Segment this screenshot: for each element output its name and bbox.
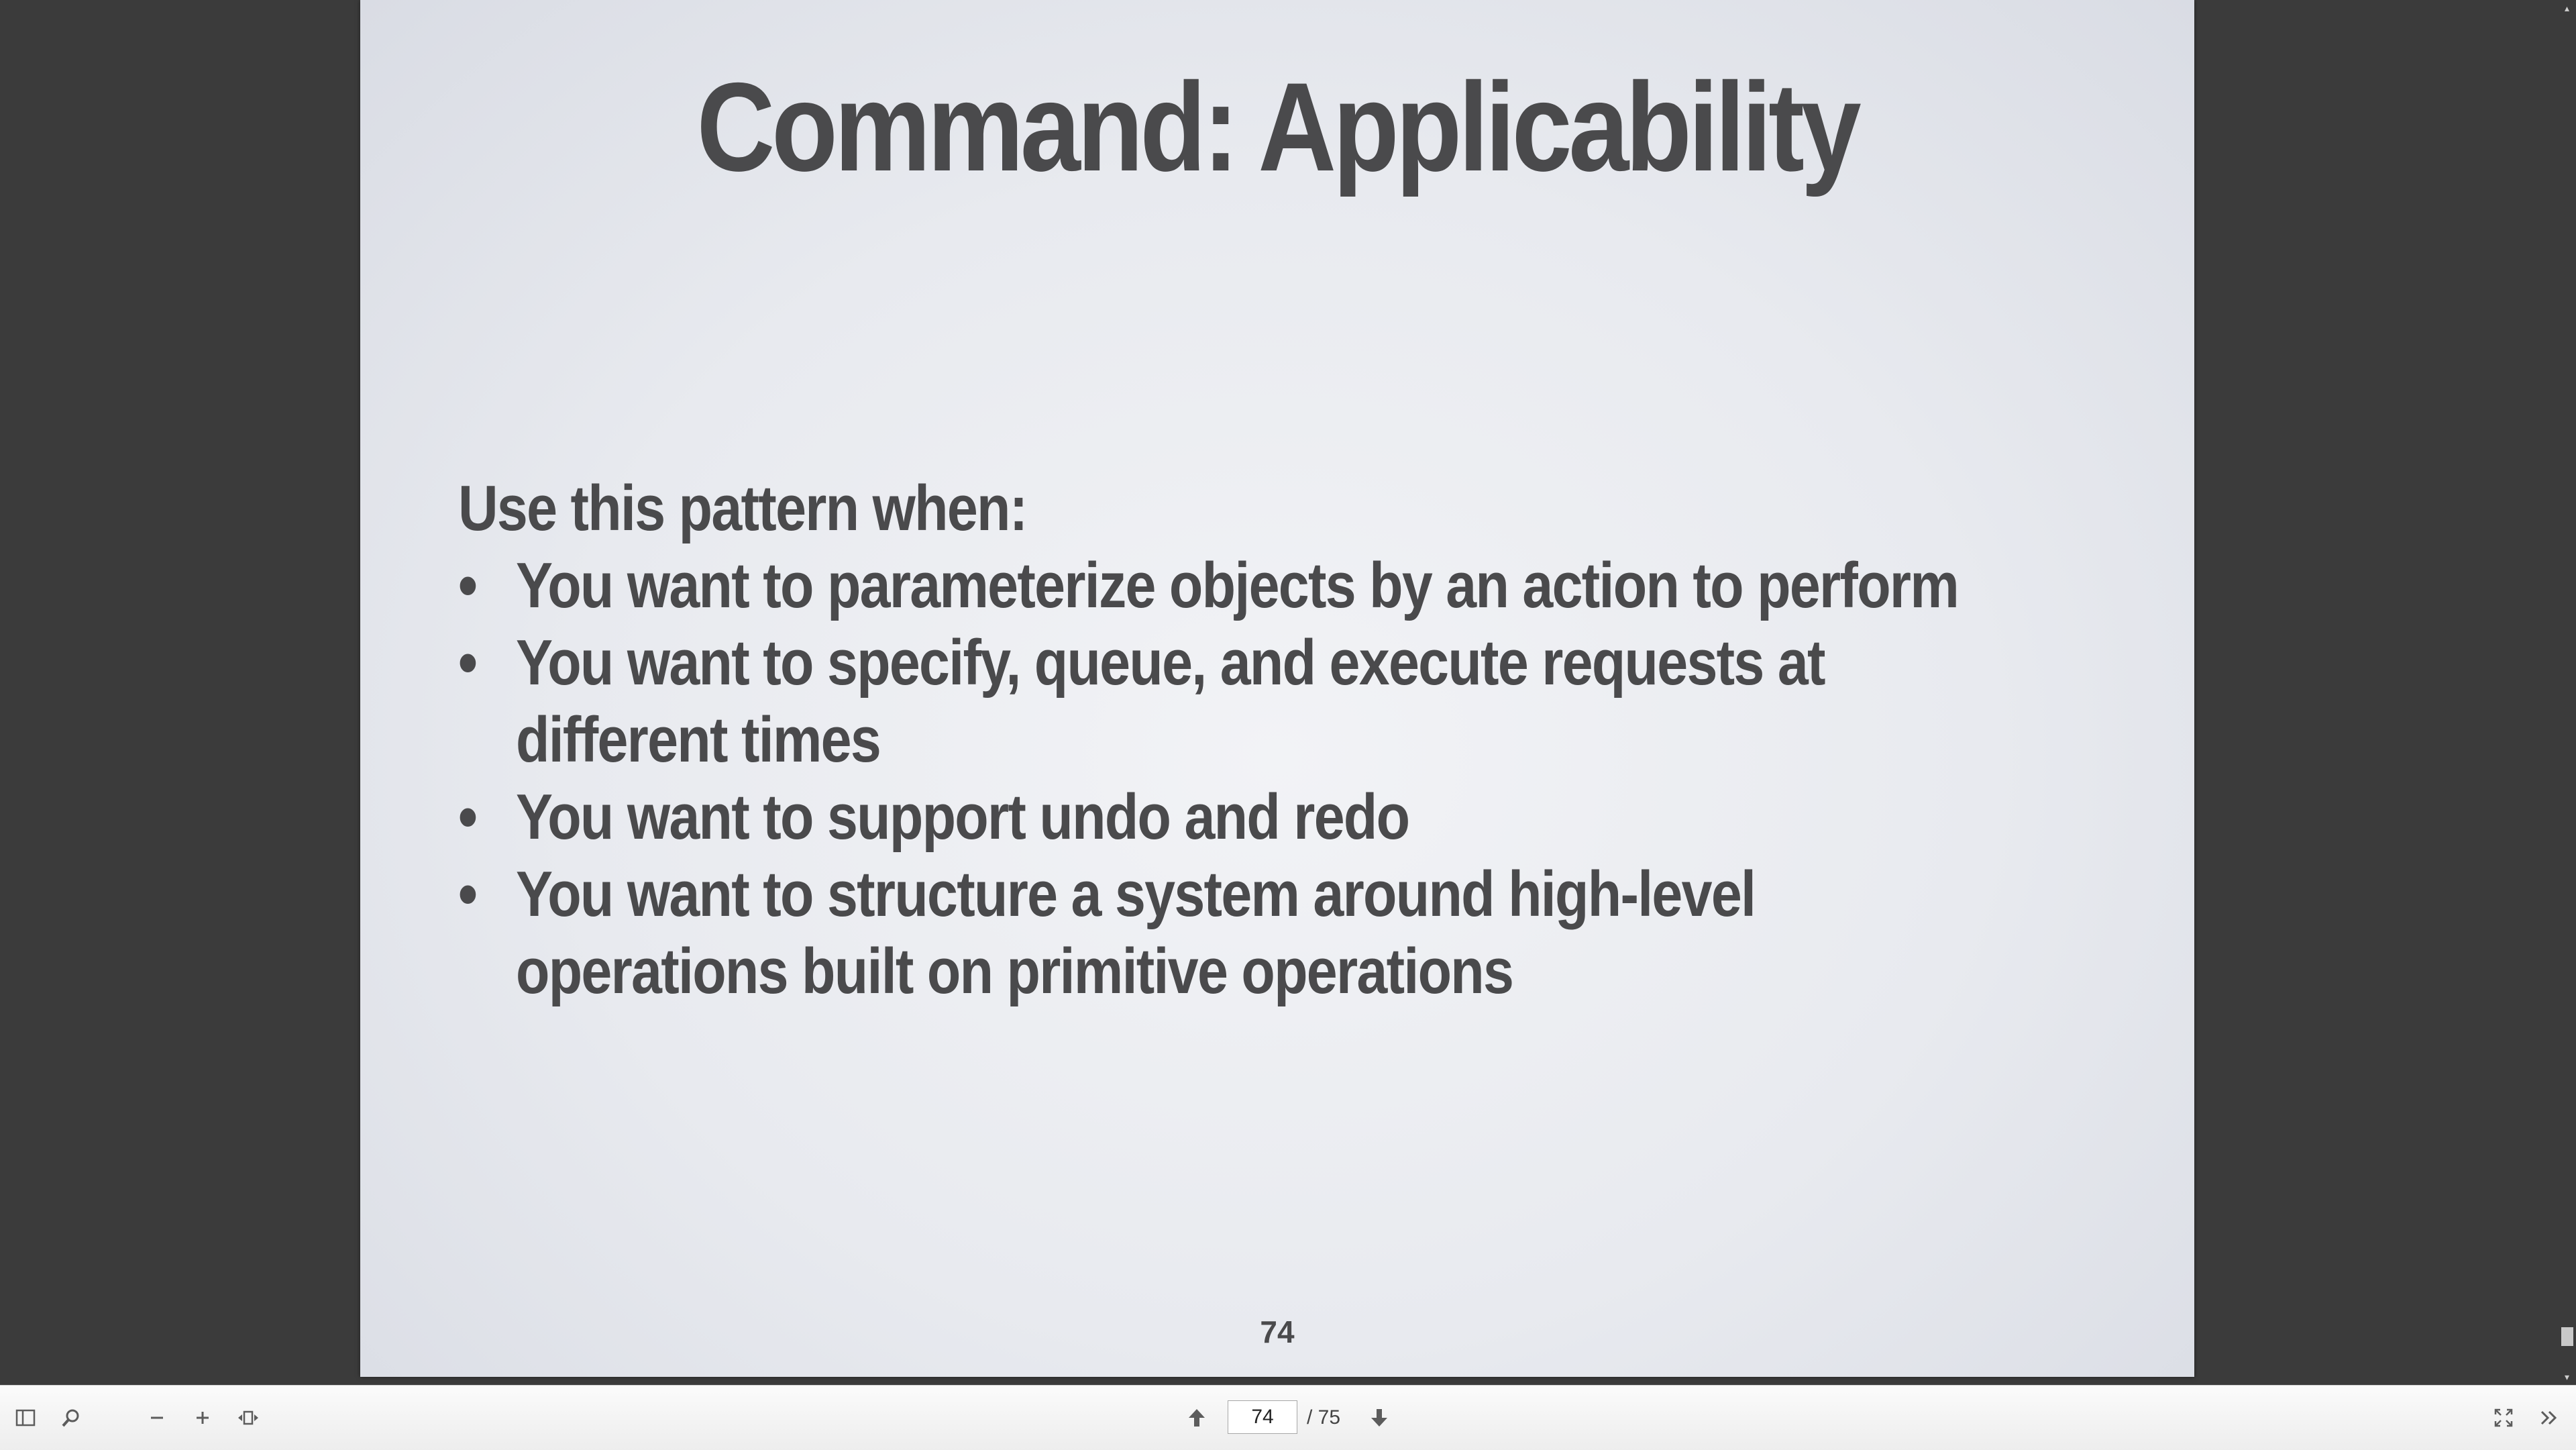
bullet-dot: •	[458, 858, 478, 930]
fit-page-icon[interactable]	[235, 1404, 262, 1431]
slide-page: Command: Applicability Use this pattern …	[360, 0, 2194, 1377]
bullet-dot: •	[458, 627, 478, 698]
document-viewer: Command: Applicability Use this pattern …	[0, 0, 2576, 1385]
zoom-in-icon[interactable]	[189, 1404, 216, 1431]
page-total-label: / 75	[1307, 1406, 1341, 1429]
fullscreen-icon[interactable]	[2490, 1404, 2517, 1431]
sidebar-toggle-icon[interactable]	[12, 1404, 39, 1431]
bullet-item: • You want to specify, queue, and execut…	[458, 624, 2004, 778]
bullet-dot: •	[458, 781, 478, 853]
scrollbar-thumb[interactable]	[2561, 1327, 2573, 1346]
more-tools-icon[interactable]	[2536, 1404, 2563, 1431]
bullet-item: • You want to structure a system around …	[458, 856, 2004, 1010]
slide-title: Command: Applicability	[696, 56, 1862, 197]
bullet-text: You want to support undo and redo	[516, 781, 1410, 853]
slide-lead-text: Use this pattern when:	[458, 472, 1028, 544]
previous-page-icon[interactable]	[1183, 1404, 1210, 1431]
search-icon[interactable]	[58, 1404, 85, 1431]
bullet-text: You want to parameterize objects by an a…	[516, 550, 1960, 621]
bullet-text: You want to structure a system around hi…	[516, 858, 1756, 1007]
scroll-up-arrow-icon[interactable]: ▴	[2558, 0, 2576, 16]
scroll-down-arrow-icon[interactable]: ▾	[2558, 1369, 2576, 1385]
bullet-dot: •	[458, 550, 478, 621]
bullet-item: • You want to parameterize objects by an…	[458, 547, 2004, 624]
page-number-input[interactable]	[1228, 1400, 1297, 1434]
zoom-out-icon[interactable]	[144, 1404, 170, 1431]
bullet-item: • You want to support undo and redo	[458, 778, 2004, 856]
next-page-icon[interactable]	[1366, 1404, 1393, 1431]
viewer-toolbar: / 75	[0, 1385, 2576, 1450]
bullet-text: You want to specify, queue, and execute …	[516, 627, 1826, 776]
vertical-scrollbar[interactable]: ▴ ▾	[2558, 0, 2576, 1385]
bullet-list: • You want to parameterize objects by an…	[458, 547, 2131, 1010]
slide-body: Use this pattern when: • You want to par…	[458, 470, 2135, 1010]
slide-number: 74	[1260, 1314, 1295, 1349]
